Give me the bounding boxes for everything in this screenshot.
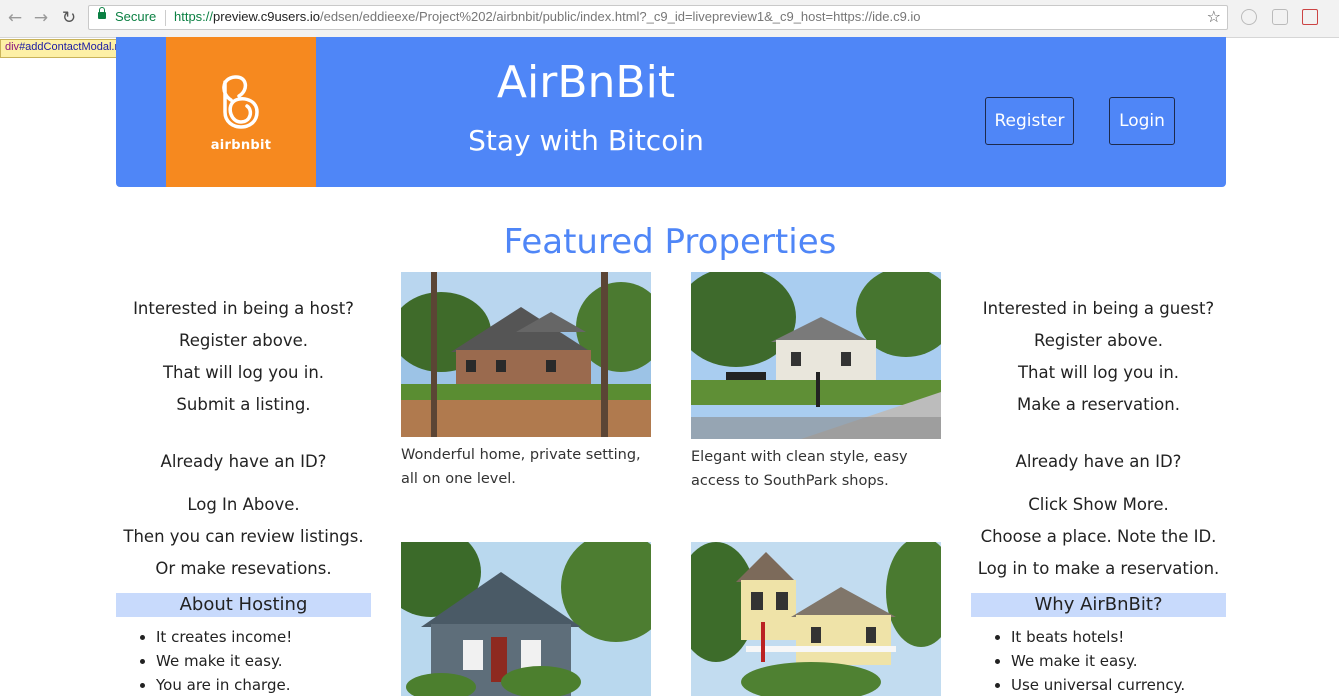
list-item: We make it easy.	[1011, 649, 1185, 673]
list-item: It beats hotels!	[1011, 625, 1185, 649]
lock-icon	[98, 7, 106, 19]
about-hosting-heading: About Hosting	[116, 593, 371, 617]
register-button[interactable]: Register	[985, 97, 1074, 145]
url-text[interactable]: https://preview.c9users.io/edsen/eddieex…	[174, 9, 921, 24]
list-item: You are in charge.	[156, 673, 292, 697]
guest-line: Register above.	[1033, 331, 1164, 350]
login-button[interactable]: Login	[1109, 97, 1175, 145]
guest-id-line: Choose a place. Note the ID.	[980, 527, 1217, 546]
site-title: AirBnBit	[496, 57, 676, 108]
guest-id-question: Already have an ID?	[1015, 452, 1182, 471]
property-caption: Elegant with clean style, easy access to…	[691, 449, 908, 489]
address-bar[interactable]: Secure https://preview.c9users.io/edsen/…	[88, 5, 1228, 30]
extension-icon[interactable]	[1241, 9, 1257, 25]
host-id-question: Already have an ID?	[160, 452, 327, 471]
extension-icon[interactable]	[1272, 9, 1288, 25]
forward-icon[interactable]: →	[31, 8, 51, 28]
host-id-line: Then you can review listings.	[123, 527, 364, 546]
property-photo[interactable]	[691, 542, 941, 696]
host-id-line: Log In Above.	[187, 495, 300, 514]
reload-icon[interactable]: ↻	[59, 8, 79, 28]
site-header: airbnbit AirBnBit Stay with Bitcoin Regi…	[116, 37, 1226, 187]
list-item: Use universal currency.	[1011, 673, 1185, 697]
property-photo[interactable]	[401, 542, 651, 696]
logo-wordmark: airbnbit	[210, 138, 272, 153]
host-id-line: Or make resevations.	[155, 559, 332, 578]
property-caption: Wonderful home, private setting, all on …	[401, 447, 641, 487]
host-line: Register above.	[178, 331, 309, 350]
guest-id-line: Log in to make a reservation.	[977, 559, 1220, 578]
pdf-icon[interactable]	[1302, 9, 1318, 25]
site-tagline: Stay with Bitcoin	[468, 124, 704, 157]
hosting-bullets: It creates income! We make it easy. You …	[116, 625, 292, 697]
list-item: It creates income!	[156, 625, 292, 649]
secure-label: Secure	[115, 9, 157, 24]
host-line: Interested in being a host?	[133, 299, 354, 318]
url-path: /edsen/eddieexe/Project%202/airbnbit/pub…	[319, 9, 921, 24]
why-airbnbit-heading: Why AirBnBit?	[971, 593, 1226, 617]
host-line: That will log you in.	[162, 363, 325, 382]
logo[interactable]: airbnbit	[166, 37, 316, 187]
back-icon[interactable]: ←	[5, 8, 25, 28]
star-icon[interactable]: ☆	[1207, 7, 1221, 26]
inspect-tag: div	[5, 41, 20, 53]
featured-title: Featured Properties	[503, 222, 837, 262]
guest-line: That will log you in.	[1017, 363, 1180, 382]
divider	[165, 10, 166, 26]
guest-line: Interested in being a guest?	[982, 299, 1215, 318]
browser-toolbar: ← → ↻ Secure https://preview.c9users.io/…	[0, 0, 1339, 38]
guest-line: Make a reservation.	[1017, 395, 1180, 414]
guest-id-line: Click Show More.	[1028, 495, 1169, 514]
why-bullets: It beats hotels! We make it easy. Use un…	[971, 625, 1185, 697]
url-scheme: https://	[174, 9, 214, 24]
url-host: preview.c9users.io	[213, 9, 320, 24]
host-line: Submit a listing.	[176, 395, 311, 414]
property-photo[interactable]	[401, 272, 651, 437]
logo-icon	[222, 75, 259, 129]
property-photo[interactable]	[691, 272, 941, 439]
list-item: We make it easy.	[156, 649, 292, 673]
